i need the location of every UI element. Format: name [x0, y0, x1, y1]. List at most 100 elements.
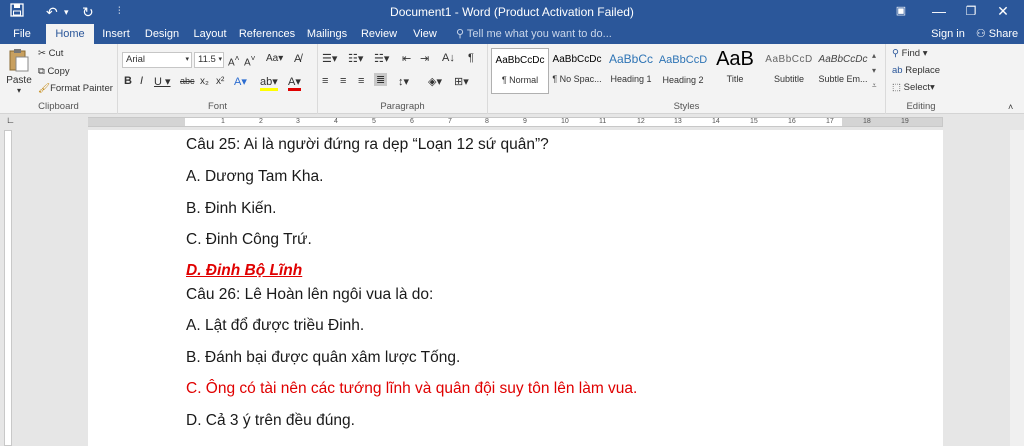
- document-page[interactable]: Câu 25: Ai là người đứng ra dẹp “Loạn 12…: [88, 130, 943, 446]
- lightbulb-icon: ⚲: [456, 28, 467, 40]
- ruler-number: 8: [485, 118, 489, 125]
- style-no-spacing[interactable]: AaBbCcDc ¶ No Spac...: [548, 48, 606, 94]
- ruler-number: 10: [561, 118, 569, 125]
- copy-button[interactable]: ⧉ Copy: [38, 66, 70, 77]
- grow-font-button[interactable]: A˄: [228, 53, 240, 68]
- minimize-icon[interactable]: —: [926, 2, 952, 20]
- font-name-combo[interactable]: Arial ▾: [122, 52, 192, 68]
- cut-button[interactable]: ✂ Cut: [38, 48, 63, 59]
- bullets-icon[interactable]: ☰▾: [322, 52, 337, 65]
- styles-scroll[interactable]: ▴ ▾ ⩡: [872, 48, 877, 93]
- tab-review[interactable]: Review: [356, 24, 402, 44]
- style-heading-2[interactable]: AaBbCcD Heading 2: [654, 48, 712, 94]
- multilevel-list-icon[interactable]: ☵▾: [374, 52, 389, 65]
- sign-in-link[interactable]: Sign in: [926, 24, 970, 44]
- share-button[interactable]: ⚇ Share: [972, 24, 1022, 44]
- replace-icon: ab: [892, 65, 906, 76]
- format-painter-button[interactable]: 🖌Format Painter: [38, 83, 113, 94]
- ruler-number: 15: [750, 118, 758, 125]
- editing-group-label: Editing: [906, 101, 936, 112]
- ruler-number: 1: [221, 118, 225, 125]
- vertical-scrollbar[interactable]: [1010, 130, 1024, 446]
- shading-icon[interactable]: ◈▾: [428, 75, 442, 88]
- q26-option-b[interactable]: B. Đánh bại được quân xâm lược Tống.: [186, 349, 460, 367]
- horizontal-ruler[interactable]: ∟ 1 2 3 4 5 6 7 8 9 10 11 12 13 14 15 16 17 18 19: [0, 115, 1024, 129]
- styles-group: AaBbCcDc ¶ Normal AaBbCcDc ¶ No Spac... …: [488, 44, 886, 114]
- ruler-number: 2: [259, 118, 263, 125]
- paste-button[interactable]: Paste ▾: [6, 48, 32, 95]
- restore-icon[interactable]: ❐: [958, 2, 984, 20]
- borders-icon[interactable]: ⊞▾: [454, 75, 469, 88]
- style-title[interactable]: AaB Title: [706, 48, 764, 94]
- line-spacing-icon[interactable]: ↕▾: [398, 75, 409, 88]
- more-styles-icon[interactable]: ⩡: [872, 78, 877, 93]
- cut-label: Cut: [48, 48, 64, 59]
- q25-option-b[interactable]: B. Đinh Kiến.: [186, 200, 276, 218]
- strikethrough-button[interactable]: abc: [180, 76, 195, 86]
- ruler-number: 13: [674, 118, 682, 125]
- q26-option-c-answer[interactable]: C. Ông có tài nên các tướng lĩnh và quân…: [186, 380, 637, 398]
- styles-group-label: Styles: [673, 101, 700, 112]
- clear-formatting-icon[interactable]: A̸: [294, 53, 301, 65]
- close-icon[interactable]: ✕: [990, 2, 1016, 20]
- share-label: Share: [988, 28, 1019, 40]
- shrink-font-button[interactable]: A˅: [244, 53, 256, 68]
- collapse-ribbon-icon[interactable]: ˄: [1008, 102, 1013, 112]
- font-group: Arial ▾ 11.5 ▾ A˄ A˅ Aa▾ A̸ B I U ▾ abc x₂…: [118, 44, 318, 114]
- find-button[interactable]: ⚲ Find ▾: [892, 48, 928, 59]
- select-button[interactable]: ⬚ Select▾: [892, 82, 935, 93]
- decrease-indent-icon[interactable]: ⇤: [402, 52, 411, 65]
- q26-option-a[interactable]: A. Lật đổ được triều Đinh.: [186, 317, 364, 335]
- justify-icon[interactable]: ≣: [374, 73, 388, 86]
- clipboard-group: Paste ▾ ✂ Cut ⧉ Copy 🖌Format Painter Cli…: [0, 44, 118, 114]
- tab-insert[interactable]: Insert: [96, 24, 136, 44]
- sort-icon[interactable]: A↓: [442, 52, 455, 64]
- q25-option-d-answer[interactable]: D. Đinh Bộ Lĩnh: [186, 262, 302, 280]
- underline-button[interactable]: U ▾: [154, 75, 171, 88]
- ribbon-display-icon[interactable]: ▣: [888, 2, 914, 20]
- superscript-button[interactable]: x²: [216, 76, 224, 87]
- q25-option-c[interactable]: C. Đinh Công Trứ.: [186, 231, 312, 249]
- replace-button[interactable]: ab Replace: [892, 65, 940, 76]
- tab-design[interactable]: Design: [140, 24, 184, 44]
- increase-indent-icon[interactable]: ⇥: [420, 52, 429, 65]
- align-right-icon[interactable]: ≡: [358, 75, 364, 87]
- style-subtitle[interactable]: AaBbCcD Subtitle: [760, 48, 818, 94]
- style-name: Heading 2: [662, 75, 704, 85]
- style-sample: AaBbCc: [608, 52, 654, 66]
- style-subtle-emphasis[interactable]: AaBbCcDc Subtle Em...: [814, 48, 872, 94]
- tab-references[interactable]: References: [236, 24, 298, 44]
- tab-view[interactable]: View: [406, 24, 444, 44]
- font-color-icon[interactable]: A▾: [288, 75, 301, 91]
- highlight-icon[interactable]: ab▾: [260, 75, 278, 91]
- question-25[interactable]: Câu 25: Ai là người đứng ra dẹp “Loạn 12…: [186, 136, 549, 154]
- paragraph-group-label: Paragraph: [380, 101, 425, 112]
- tab-home[interactable]: Home: [46, 24, 94, 44]
- vertical-ruler[interactable]: [4, 130, 12, 446]
- align-center-icon[interactable]: ≡: [340, 75, 346, 87]
- numbering-icon[interactable]: ☷▾: [348, 52, 363, 65]
- q26-option-d[interactable]: D. Cả 3 ý trên đều đúng.: [186, 412, 355, 430]
- change-case-button[interactable]: Aa▾: [266, 53, 283, 64]
- text-effects-icon[interactable]: A▾: [234, 75, 247, 88]
- q25-option-a[interactable]: A. Dương Tam Kha.: [186, 168, 323, 186]
- tell-me-box[interactable]: ⚲ Tell me what you want to do...: [456, 24, 612, 44]
- tab-mailings[interactable]: Mailings: [302, 24, 352, 44]
- italic-button[interactable]: I: [140, 75, 143, 87]
- style-sample: AaBbCcDc: [495, 55, 545, 66]
- bold-button[interactable]: B: [124, 75, 132, 87]
- ruler-number: 17: [826, 118, 834, 125]
- tab-selector-icon[interactable]: ∟: [6, 115, 15, 125]
- show-formatting-icon[interactable]: ¶: [468, 52, 474, 64]
- font-size-combo[interactable]: 11.5 ▾: [194, 52, 224, 68]
- style-heading-1[interactable]: AaBbCc Heading 1: [602, 48, 660, 94]
- tab-file[interactable]: File: [0, 24, 44, 44]
- chevron-up-icon[interactable]: ▴: [872, 48, 877, 63]
- align-left-icon[interactable]: ≡: [322, 75, 328, 87]
- subscript-button[interactable]: x₂: [200, 76, 209, 87]
- find-label: Find: [901, 48, 921, 59]
- question-26[interactable]: Câu 26: Lê Hoàn lên ngôi vua là do:: [186, 286, 433, 304]
- style-normal[interactable]: AaBbCcDc ¶ Normal: [491, 48, 549, 94]
- tab-layout[interactable]: Layout: [188, 24, 232, 44]
- chevron-down-icon[interactable]: ▾: [872, 63, 877, 78]
